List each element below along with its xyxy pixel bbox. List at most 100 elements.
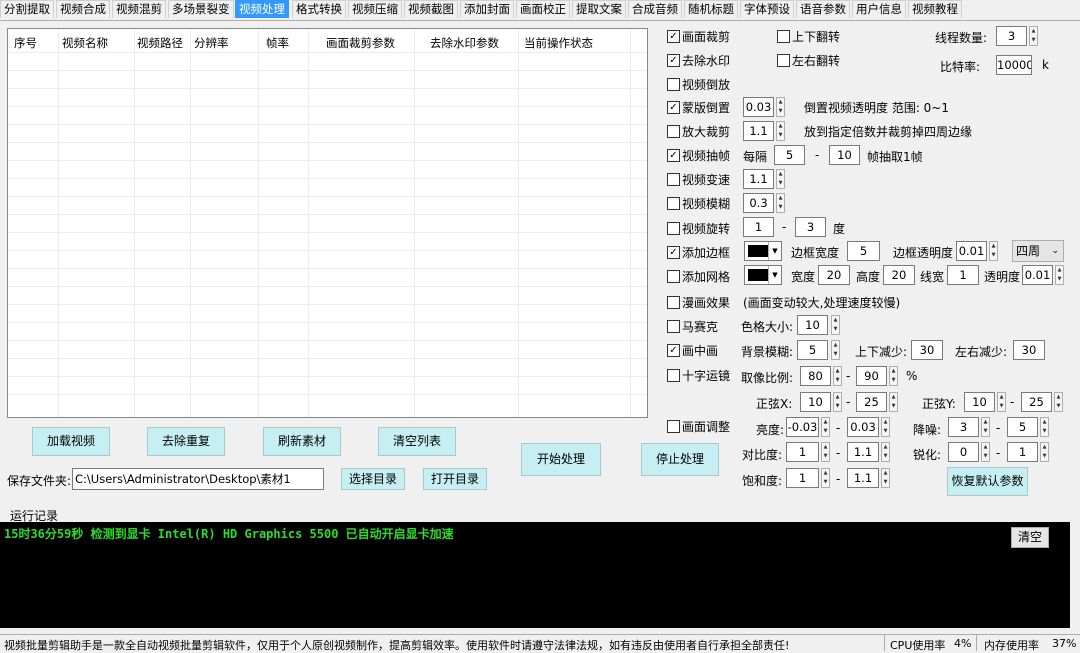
pip-bg-blur-spinner[interactable]	[831, 340, 840, 360]
tab-video-tutorial[interactable]: 视频教程	[908, 0, 962, 18]
grid-color-picker[interactable]: ▼	[744, 265, 782, 285]
rotate-to-input[interactable]: 3	[795, 217, 826, 237]
mosaic-size-input[interactable]: 10	[797, 315, 828, 335]
crop-checkbox[interactable]: ✓	[667, 30, 680, 43]
adjust-checkbox[interactable]	[667, 420, 680, 433]
remove-watermark-checkbox[interactable]: ✓	[667, 54, 680, 67]
sine-y-to-input[interactable]: 25	[1021, 392, 1052, 412]
tab-merge-audio[interactable]: 合成音频	[628, 0, 682, 18]
denoise-to-input[interactable]: 5	[1007, 417, 1038, 437]
clear-log-button[interactable]: 清空	[1011, 527, 1049, 548]
denoise-from-spinner[interactable]	[981, 417, 990, 437]
speed-checkbox[interactable]	[667, 173, 680, 186]
grid-height-input[interactable]: 20	[883, 265, 915, 285]
pip-lr-input[interactable]: 30	[1013, 340, 1045, 360]
saturation-to-spinner[interactable]	[881, 468, 890, 488]
refresh-materials-button[interactable]: 刷新素材	[263, 427, 341, 456]
column-header-index[interactable]: 序号	[14, 35, 37, 51]
column-header-fps[interactable]: 帧率	[266, 35, 289, 51]
tab-video-compress[interactable]: 视频压缩	[348, 0, 402, 18]
blur-input[interactable]: 0.3	[743, 193, 774, 213]
dedupe-button[interactable]: 去除重复	[147, 427, 225, 456]
contrast-to-spinner[interactable]	[881, 442, 890, 462]
start-process-button[interactable]: 开始处理	[521, 443, 601, 476]
cross-ratio-to-spinner[interactable]	[889, 366, 898, 386]
sine-y-from-input[interactable]: 10	[964, 392, 995, 412]
sharpen-to-spinner[interactable]	[1040, 442, 1049, 462]
tab-split-extract[interactable]: 分割提取	[0, 0, 54, 18]
sine-y-from-spinner[interactable]	[997, 392, 1006, 412]
grid-alpha-input[interactable]: 0.01	[1022, 265, 1053, 285]
reverse-checkbox[interactable]	[667, 78, 680, 91]
speed-input[interactable]: 1.1	[743, 169, 774, 189]
blur-spinner[interactable]	[776, 193, 785, 213]
border-alpha-spinner[interactable]	[989, 241, 998, 261]
contrast-from-input[interactable]: 1	[786, 442, 819, 462]
pip-checkbox[interactable]: ✓	[667, 344, 680, 357]
tab-multi-scene[interactable]: 多场景裂变	[168, 0, 234, 18]
mosaic-checkbox[interactable]	[667, 320, 680, 333]
video-list-table[interactable]: 序号 视频名称 视频路径 分辨率 帧率 画面裁剪参数 去除水印参数 当前操作状态	[7, 28, 648, 418]
sine-x-from-spinner[interactable]	[833, 392, 842, 412]
pip-bg-blur-input[interactable]: 5	[797, 340, 828, 360]
frame-from-input[interactable]: 5	[774, 145, 805, 165]
column-header-watermark-params[interactable]: 去除水印参数	[430, 35, 499, 51]
bitrate-input[interactable]: 10000	[996, 55, 1032, 75]
rotate-from-input[interactable]: 1	[743, 217, 774, 237]
contrast-from-spinner[interactable]	[821, 442, 830, 462]
zoom-crop-checkbox[interactable]	[667, 125, 680, 138]
column-header-crop-params[interactable]: 画面裁剪参数	[326, 35, 395, 51]
tab-random-title[interactable]: 随机标题	[684, 0, 738, 18]
restore-defaults-button[interactable]: 恢复默认参数	[947, 467, 1028, 496]
column-header-path[interactable]: 视频路径	[137, 35, 183, 51]
log-panel[interactable]: 15时36分59秒 检测到显卡 Intel(R) HD Graphics 550…	[0, 522, 1070, 628]
comic-checkbox[interactable]	[667, 296, 680, 309]
sine-x-to-spinner[interactable]	[889, 392, 898, 412]
speed-spinner[interactable]	[776, 169, 785, 189]
grid-width-input[interactable]: 20	[818, 265, 850, 285]
denoise-from-input[interactable]: 3	[948, 417, 979, 437]
column-header-resolution[interactable]: 分辨率	[194, 35, 229, 51]
mask-opacity-input[interactable]: 0.03	[743, 97, 774, 117]
grid-checkbox[interactable]	[667, 270, 680, 283]
tab-font-preset[interactable]: 字体预设	[740, 0, 794, 18]
column-header-status[interactable]: 当前操作状态	[524, 35, 593, 51]
border-color-picker[interactable]: ▼	[744, 241, 782, 261]
tab-video-mix[interactable]: 视频混剪	[112, 0, 166, 18]
tab-video-merge[interactable]: 视频合成	[56, 0, 110, 18]
zoom-factor-input[interactable]: 1.1	[743, 121, 774, 141]
brightness-from-spinner[interactable]	[821, 417, 830, 437]
zoom-factor-spinner[interactable]	[776, 121, 785, 141]
border-width-input[interactable]: 5	[847, 241, 880, 261]
saturation-from-spinner[interactable]	[821, 468, 830, 488]
flip-horizontal-checkbox[interactable]	[777, 54, 790, 67]
sine-y-to-spinner[interactable]	[1054, 392, 1063, 412]
save-folder-field[interactable]: C:\Users\Administrator\Desktop\素材1	[72, 468, 324, 490]
grid-alpha-spinner[interactable]	[1055, 265, 1064, 285]
mosaic-size-spinner[interactable]	[831, 315, 840, 335]
column-header-name[interactable]: 视频名称	[62, 35, 108, 51]
frame-extract-checkbox[interactable]: ✓	[667, 149, 680, 162]
brightness-from-input[interactable]: -0.03	[786, 417, 819, 437]
load-video-button[interactable]: 加载视频	[32, 427, 110, 456]
saturation-to-input[interactable]: 1.1	[847, 468, 879, 488]
mask-invert-checkbox[interactable]: ✓	[667, 101, 680, 114]
sine-x-to-input[interactable]: 25	[856, 392, 887, 412]
blur-checkbox[interactable]	[667, 197, 680, 210]
brightness-to-input[interactable]: 0.03	[847, 417, 879, 437]
threads-spinner[interactable]	[1029, 26, 1038, 46]
border-side-select[interactable]: 四周 ⌄	[1012, 240, 1064, 262]
tab-format-convert[interactable]: 格式转换	[292, 0, 346, 18]
tab-voice-params[interactable]: 语音参数	[796, 0, 850, 18]
sharpen-to-input[interactable]: 1	[1007, 442, 1038, 462]
rotate-checkbox[interactable]	[667, 222, 680, 235]
denoise-to-spinner[interactable]	[1040, 417, 1049, 437]
frame-to-input[interactable]: 10	[829, 145, 860, 165]
border-checkbox[interactable]: ✓	[667, 246, 680, 259]
grid-line-input[interactable]: 1	[947, 265, 979, 285]
mask-opacity-spinner[interactable]	[776, 97, 785, 117]
tab-user-info[interactable]: 用户信息	[852, 0, 906, 18]
sine-x-from-input[interactable]: 10	[800, 392, 831, 412]
cross-ratio-from-spinner[interactable]	[833, 366, 842, 386]
tab-video-process[interactable]: 视频处理	[235, 0, 289, 18]
